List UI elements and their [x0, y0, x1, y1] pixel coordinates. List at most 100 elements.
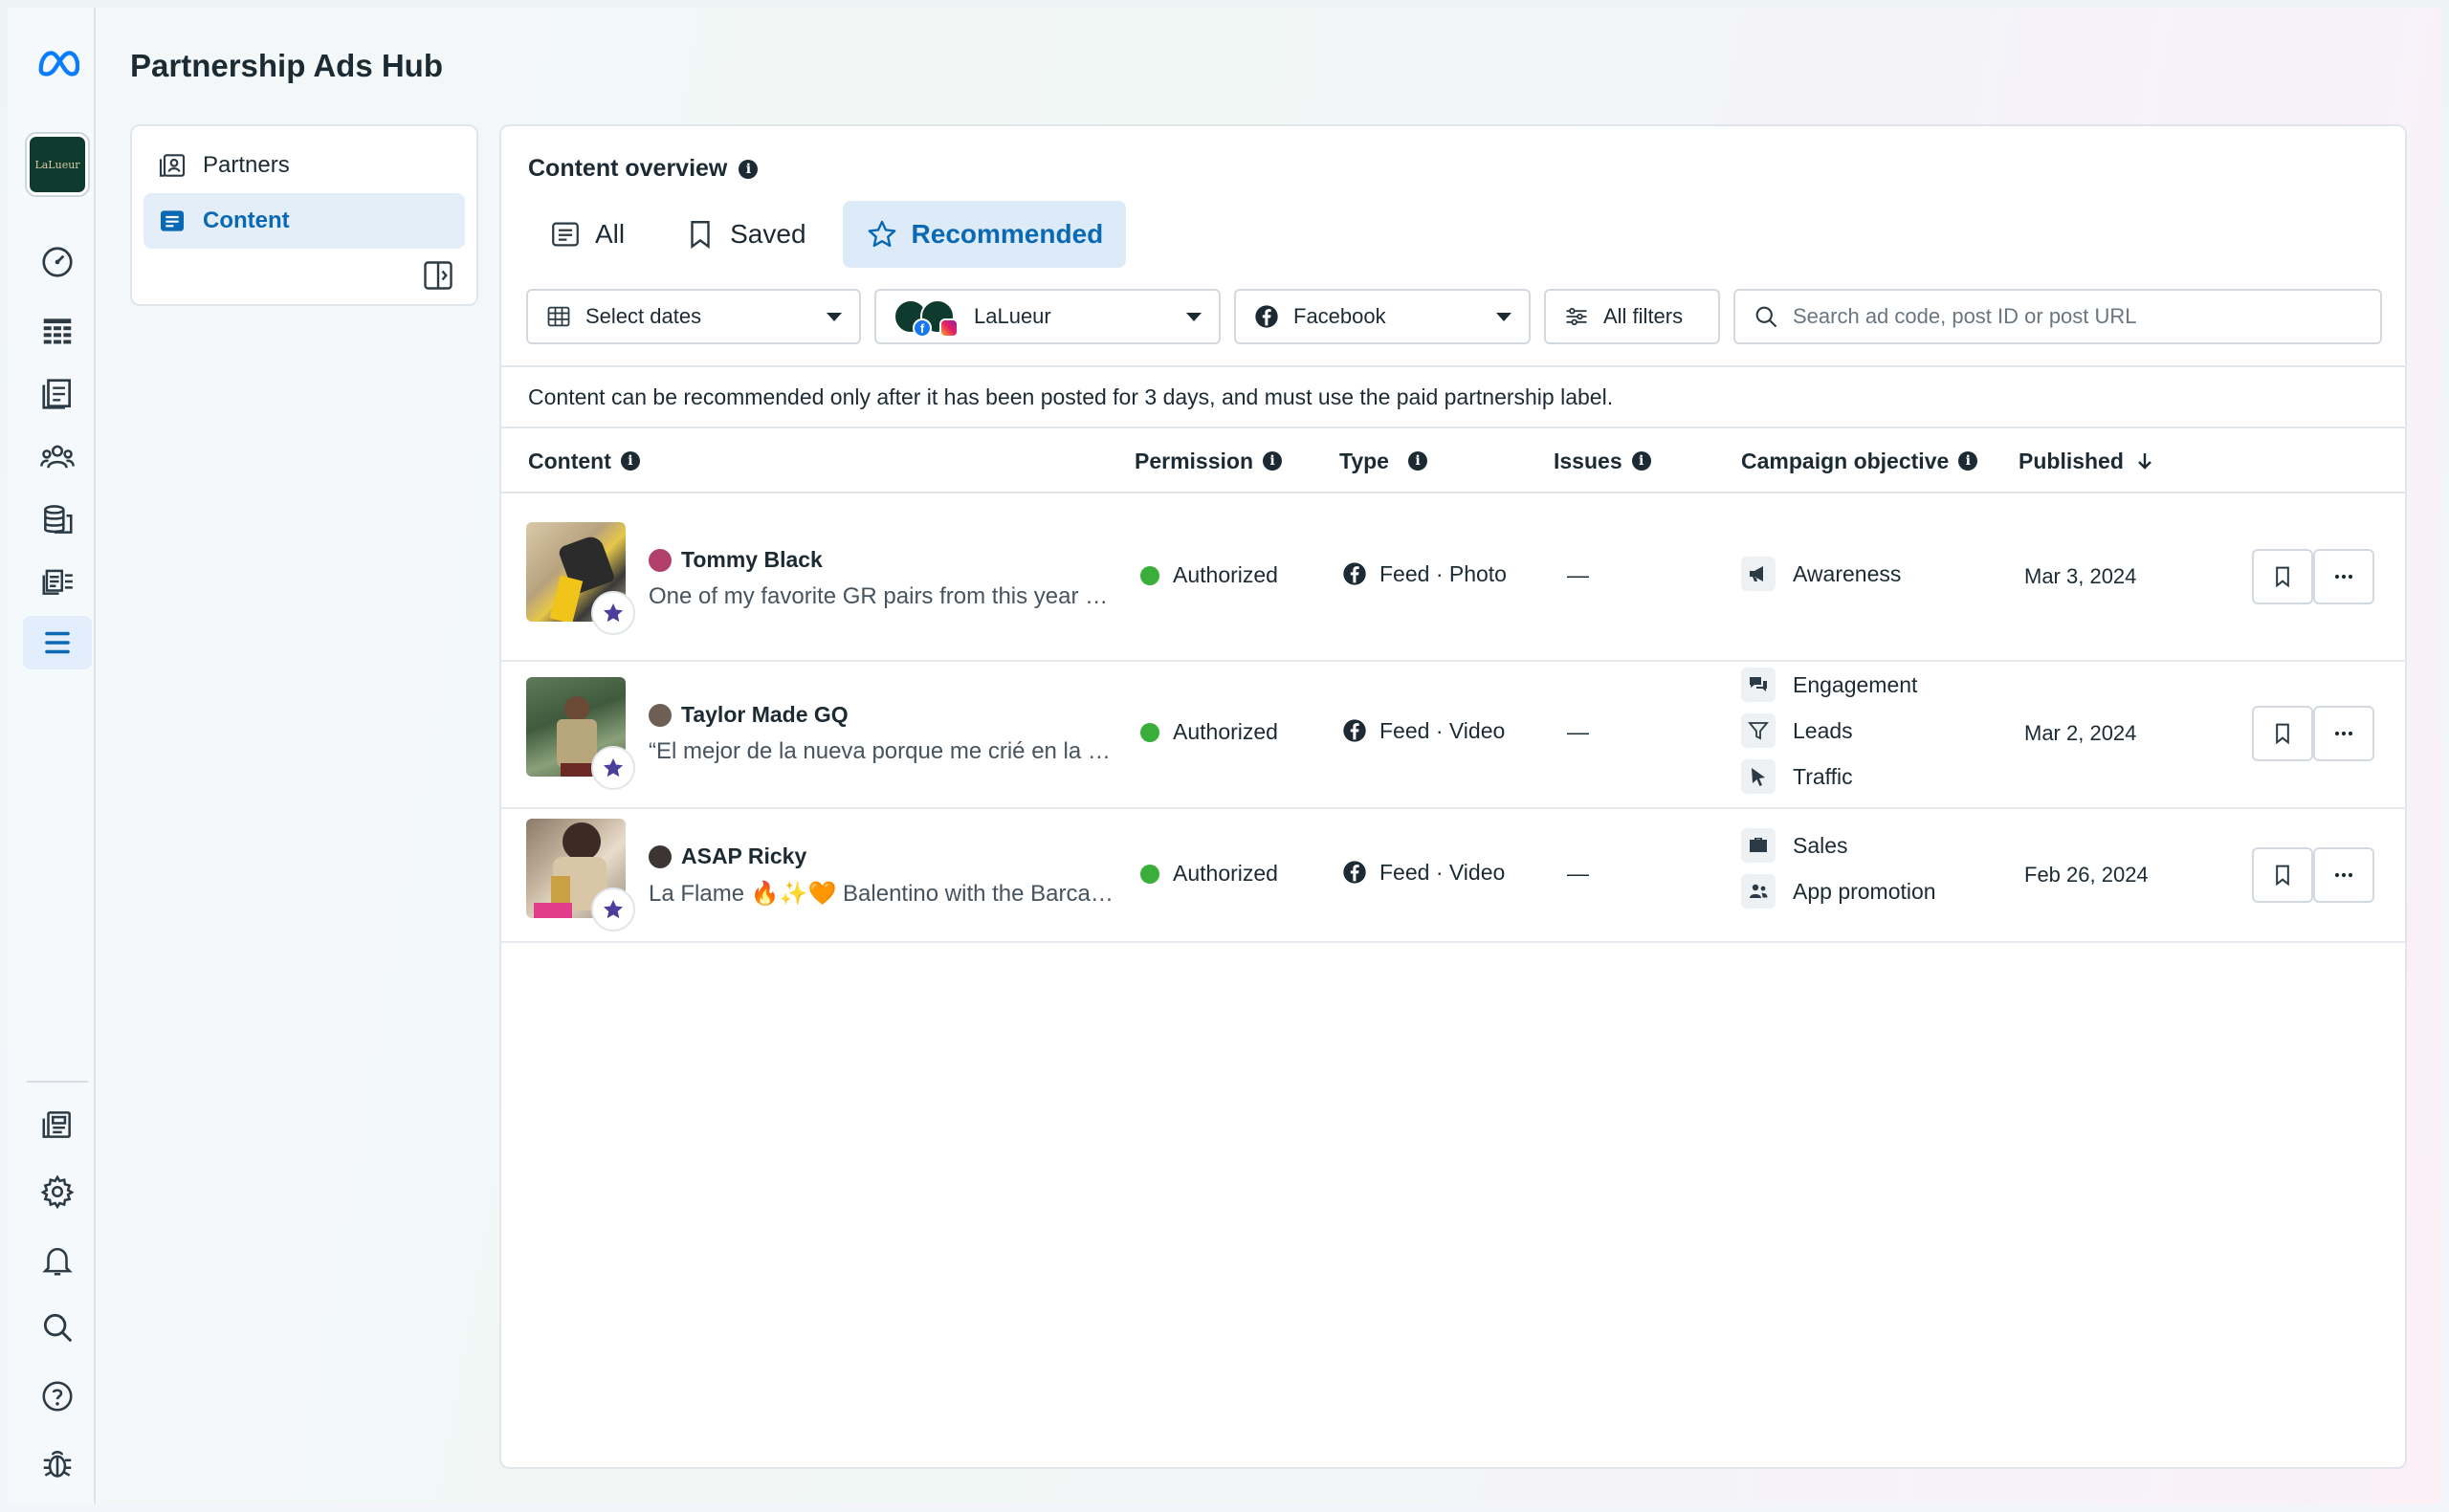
menu-list-icon[interactable] — [23, 616, 92, 669]
status-dot-icon — [1140, 865, 1159, 884]
all-filters-label: All filters — [1603, 304, 1683, 329]
save-bookmark-button[interactable] — [2252, 706, 2313, 761]
save-bookmark-button[interactable] — [2252, 847, 2313, 903]
facebook-badge-icon: f — [913, 318, 932, 338]
brand-avatar-text: LaLueur — [34, 159, 79, 171]
creator-avatar — [649, 845, 672, 868]
content-type: Feed · Photo — [1341, 560, 1509, 587]
campaign-objective: Traffic — [1741, 759, 1853, 794]
chat-bubbles-icon — [1741, 668, 1776, 702]
table-row[interactable]: Taylor Made GQ “El mejor de la nueva por… — [501, 662, 2405, 809]
objective-label: Leads — [1793, 718, 1853, 744]
issues-value: — — [1567, 861, 1589, 887]
post-caption: La Flame 🔥✨🧡 Balentino with the Barcaron… — [649, 880, 1117, 908]
all-filters-button[interactable]: All filters — [1544, 289, 1720, 344]
partners-icon — [157, 150, 188, 181]
info-icon[interactable]: i — [1632, 451, 1651, 471]
post-caption: “El mejor de la nueva porque me crié en … — [649, 738, 1117, 765]
chevron-down-icon — [1186, 313, 1202, 321]
search-placeholder: Search ad code, post ID or post URL — [1793, 304, 2137, 329]
creator-name[interactable]: Tommy Black — [649, 547, 823, 573]
search-icon — [1753, 303, 1779, 330]
bug-report-icon[interactable] — [23, 1436, 92, 1490]
recommended-star-badge — [591, 746, 635, 790]
column-label: Issues — [1554, 449, 1622, 474]
facebook-icon — [1341, 717, 1368, 744]
content-type-label: Feed · Video — [1379, 718, 1505, 744]
nav-item-content[interactable]: Content — [143, 193, 465, 249]
database-icon[interactable] — [23, 493, 92, 547]
more-options-button[interactable] — [2313, 706, 2374, 761]
help-icon[interactable] — [23, 1370, 92, 1423]
column-issues[interactable]: Issuesi — [1554, 428, 1651, 493]
campaign-objective: Engagement — [1741, 668, 1917, 702]
audiences-icon[interactable] — [23, 430, 92, 484]
more-options-button[interactable] — [2313, 847, 2374, 903]
table-row[interactable]: Tommy Black One of my favorite GR pairs … — [501, 493, 2405, 662]
list-icon — [549, 218, 582, 251]
status-dot-icon — [1140, 723, 1159, 742]
tab-recommended[interactable]: Recommended — [843, 201, 1127, 268]
tab-label: Recommended — [912, 219, 1104, 250]
info-icon[interactable]: i — [739, 160, 758, 179]
table-icon[interactable] — [23, 304, 92, 358]
collapse-panel-icon[interactable] — [421, 258, 455, 293]
info-icon[interactable]: i — [1958, 451, 1977, 471]
table-header: Contenti Permissioni Typei Issuesi Campa… — [501, 428, 2405, 493]
calendar-grid-icon — [545, 303, 572, 330]
more-options-button[interactable] — [2313, 549, 2374, 604]
cursor-icon — [1741, 759, 1776, 794]
dashboard-gauge-icon[interactable] — [23, 235, 92, 289]
notifications-bell-icon[interactable] — [23, 1234, 92, 1287]
star-icon — [601, 897, 626, 922]
save-bookmark-button[interactable] — [2252, 549, 2313, 604]
creator-name[interactable]: Taylor Made GQ — [649, 702, 849, 728]
news-icon[interactable] — [23, 1098, 92, 1151]
more-dots-icon — [2330, 720, 2357, 747]
bookmark-icon — [684, 218, 717, 251]
creator-name[interactable]: ASAP Ricky — [649, 844, 806, 869]
info-icon[interactable]: i — [1263, 451, 1282, 471]
issues-value: — — [1567, 562, 1589, 588]
instagram-badge-icon — [939, 318, 959, 338]
brand-avatar[interactable]: LaLueur — [27, 134, 88, 195]
content-search-input[interactable]: Search ad code, post ID or post URL — [1733, 289, 2382, 344]
column-campaign-objective[interactable]: Campaign objectivei — [1741, 428, 1977, 493]
briefcase-icon — [1741, 828, 1776, 863]
page-title: Partnership Ads Hub — [130, 48, 443, 84]
meta-logo-icon[interactable] — [23, 36, 92, 90]
sort-down-arrow-icon — [2133, 449, 2156, 472]
pages-icon[interactable] — [23, 367, 92, 421]
column-published[interactable]: Published — [2019, 428, 2156, 493]
facebook-icon — [1253, 303, 1280, 330]
content-type-label: Feed · Photo — [1379, 561, 1507, 587]
chevron-down-icon — [827, 313, 842, 321]
catalog-icon[interactable] — [23, 555, 92, 608]
objective-label: Traffic — [1793, 764, 1853, 790]
nav-item-partners[interactable]: Partners — [143, 138, 465, 193]
creator-avatar — [649, 704, 672, 727]
filter-bar: Select dates f LaLueur Facebook All filt… — [526, 289, 2382, 344]
search-icon[interactable] — [23, 1301, 92, 1354]
platform-select[interactable]: Facebook — [1234, 289, 1531, 344]
megaphone-icon — [1741, 557, 1776, 591]
permission-label: Authorized — [1173, 719, 1278, 745]
account-avatars: f — [894, 297, 960, 336]
column-content[interactable]: Contenti — [528, 428, 640, 493]
tab-saved[interactable]: Saved — [661, 201, 828, 268]
settings-gear-icon[interactable] — [23, 1165, 92, 1218]
account-select[interactable]: f LaLueur — [874, 289, 1221, 344]
date-range-select[interactable]: Select dates — [526, 289, 861, 344]
nav-item-label: Content — [203, 208, 290, 234]
content-type: Feed · Video — [1341, 859, 1509, 886]
tab-all[interactable]: All — [526, 201, 648, 268]
column-type[interactable]: Typei — [1339, 428, 1427, 493]
more-dots-icon — [2330, 862, 2357, 888]
star-icon — [866, 218, 898, 251]
column-permission[interactable]: Permissioni — [1135, 428, 1282, 493]
permission-status: Authorized — [1140, 861, 1278, 887]
table-row[interactable]: ASAP Ricky La Flame 🔥✨🧡 Balentino with t… — [501, 809, 2405, 943]
info-icon[interactable]: i — [621, 451, 640, 471]
info-icon[interactable]: i — [1408, 451, 1427, 471]
content-overview-panel: Content overview i All Saved Recommended… — [499, 124, 2407, 1469]
